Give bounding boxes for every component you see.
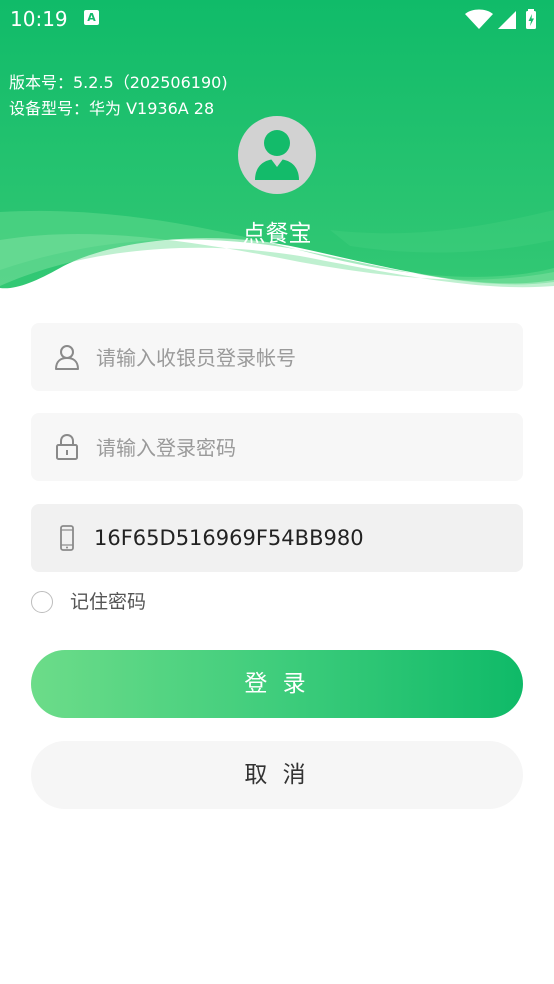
device-id-value: 16F65D516969F54BB980 <box>94 526 364 550</box>
remember-password-radio[interactable] <box>31 591 53 613</box>
status-bar: 10:19 A <box>0 0 554 40</box>
lock-icon <box>56 433 78 460</box>
account-input[interactable] <box>94 323 508 393</box>
status-icons <box>465 9 536 29</box>
cancel-button[interactable]: 取 消 <box>31 741 523 809</box>
battery-charging-icon <box>526 9 536 29</box>
wifi-icon <box>465 9 493 29</box>
user-icon <box>55 345 79 370</box>
remember-password-option[interactable]: 记住密码 <box>31 590 231 616</box>
device-model-text: 设备型号：华为 V1936A 28 <box>9 99 215 118</box>
login-header: 10:19 A 版本号：5.2.5（202506190) 设备型号：华为 V19… <box>0 0 554 300</box>
password-input[interactable] <box>94 413 508 483</box>
app-name: 点餐宝 <box>242 221 312 247</box>
avatar <box>238 116 316 194</box>
notification-a-icon: A <box>84 10 99 25</box>
login-button[interactable]: 登 录 <box>31 650 523 718</box>
phone-icon <box>60 525 74 551</box>
version-text: 版本号：5.2.5（202506190) <box>9 73 228 92</box>
cell-signal-icon <box>498 11 516 29</box>
device-info: 版本号：5.2.5（202506190) 设备型号：华为 V1936A 28 <box>9 70 228 122</box>
user-avatar-icon <box>255 130 299 180</box>
password-field[interactable] <box>31 413 523 483</box>
remember-password-label[interactable]: 记住密码 <box>70 590 146 614</box>
device-id-field: 16F65D516969F54BB980 <box>31 504 523 572</box>
account-field[interactable] <box>31 323 523 393</box>
status-time: 10:19 <box>10 7 68 31</box>
